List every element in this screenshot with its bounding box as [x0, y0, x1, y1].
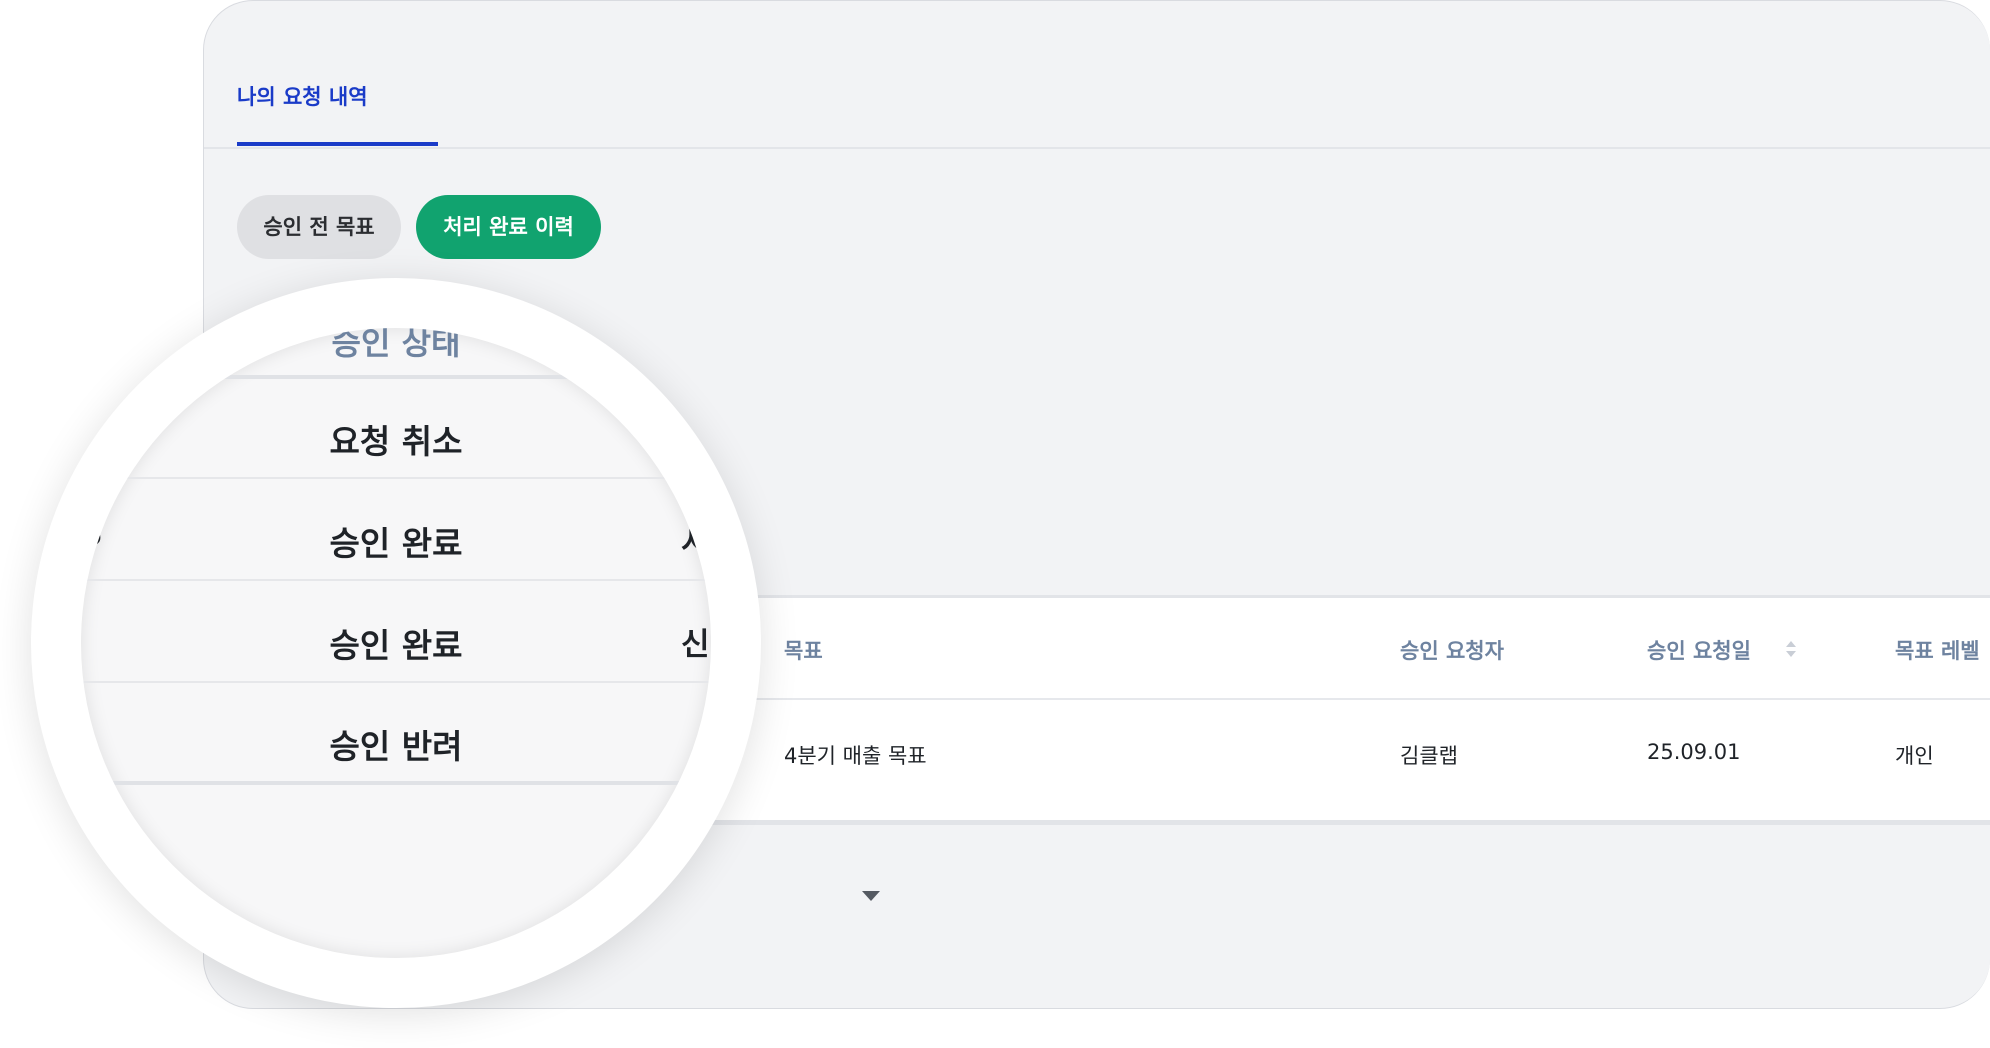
- divider: [81, 579, 711, 581]
- divider: [81, 477, 711, 479]
- tab-active-indicator: [237, 142, 438, 146]
- divider: [81, 681, 711, 683]
- status-cell: 승인 반려: [329, 727, 463, 766]
- cell-request-date: 25.09.01: [1647, 740, 1741, 764]
- tab-bar: 나의 요청 내역: [204, 1, 1990, 149]
- filter-pending-goals-button[interactable]: 승인 전 목표: [237, 195, 401, 259]
- column-header-requester: 승인 요청자: [1400, 639, 1504, 663]
- divider: [81, 781, 711, 785]
- tab-my-requests[interactable]: 나의 요청 내역: [237, 81, 368, 111]
- filter-completed-history-button[interactable]: 처리 완료 이력: [416, 195, 601, 259]
- cell-goal-level: 개인: [1895, 744, 1934, 768]
- cell-goal: 4분기 매출 목표: [784, 744, 927, 768]
- sort-icon[interactable]: [1784, 638, 1798, 660]
- magnifier-lens: 승인 상태 요청 취소 승인 완료 승인 완료 승인 반려 5 시 신: [81, 328, 711, 958]
- status-cell: 승인 완료: [329, 524, 463, 563]
- clipped-cell-text: 5: [81, 517, 103, 553]
- status-cell: 승인 완료: [329, 626, 463, 665]
- magnifier-callout: 승인 상태 요청 취소 승인 완료 승인 완료 승인 반려 5 시 신: [31, 278, 761, 1008]
- clipped-cell-text: 신: [681, 627, 710, 663]
- column-header-goal: 목표: [784, 639, 823, 663]
- divider: [81, 375, 711, 379]
- column-header-request-date[interactable]: 승인 요청일: [1647, 635, 1751, 665]
- status-column-header: 승인 상태: [331, 328, 461, 362]
- clipped-cell-text: 시: [681, 525, 710, 561]
- cell-requester: 김클랩: [1400, 744, 1458, 768]
- column-header-goal-level: 목표 레벨: [1895, 639, 1980, 663]
- status-cell: 요청 취소: [329, 422, 463, 461]
- dropdown-caret-icon[interactable]: [862, 891, 880, 901]
